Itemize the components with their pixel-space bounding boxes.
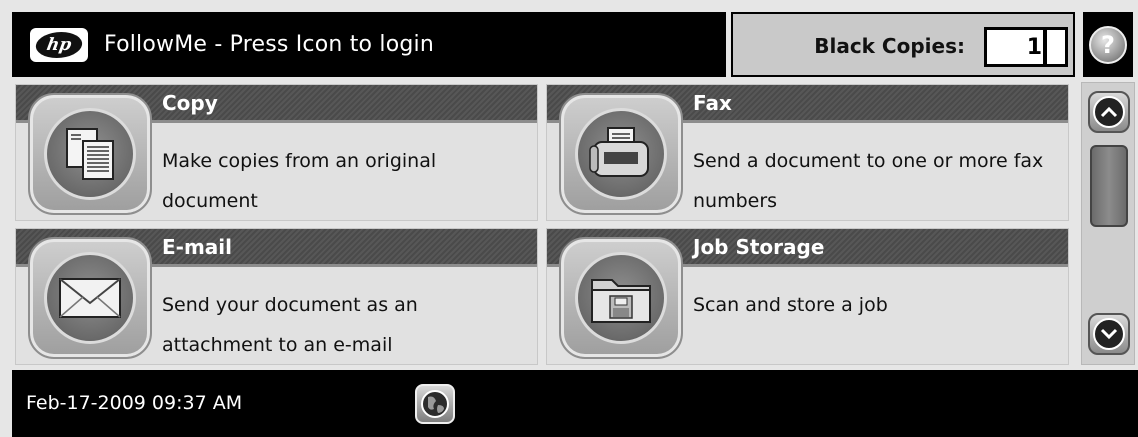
folder-icon-button[interactable] bbox=[559, 237, 683, 359]
email-icon bbox=[59, 278, 121, 318]
scroll-down-button[interactable] bbox=[1088, 313, 1130, 355]
help-icon[interactable]: ? bbox=[1089, 25, 1127, 64]
scroll-up-button[interactable] bbox=[1088, 91, 1130, 133]
chevron-down-icon bbox=[1093, 318, 1125, 350]
help-symbol: ? bbox=[1101, 30, 1115, 59]
tile-title: E-mail bbox=[162, 235, 233, 259]
fax-icon bbox=[589, 127, 649, 177]
language-button[interactable] bbox=[415, 384, 455, 424]
copies-panel: Black Copies: 1 bbox=[731, 12, 1075, 77]
copy-icon bbox=[66, 128, 114, 180]
tile-fax[interactable]: Fax Send a document to one or more fax n… bbox=[546, 84, 1069, 221]
header-title: FollowMe - Press Icon to login bbox=[104, 32, 434, 57]
tile-description: Make copies from an original document bbox=[162, 150, 437, 212]
tile-copy[interactable]: Copy Make copies from an original docume… bbox=[15, 84, 538, 221]
tile-job-storage[interactable]: Job Storage Scan and store a job bbox=[546, 228, 1069, 365]
status-bar: Feb-17-2009 09:37 AM bbox=[12, 370, 1138, 437]
tile-email[interactable]: E-mail Send your document as an attachme… bbox=[15, 228, 538, 365]
tile-title: Copy bbox=[162, 91, 218, 115]
tile-title: Job Storage bbox=[693, 235, 825, 259]
email-icon-button[interactable] bbox=[28, 237, 152, 359]
copies-label: Black Copies: bbox=[814, 34, 965, 58]
globe-icon bbox=[421, 390, 449, 418]
tile-description: Send a document to one or more fax numbe… bbox=[693, 150, 1044, 212]
copies-value: 1 bbox=[1015, 30, 1043, 64]
help-area: ? bbox=[1083, 12, 1133, 77]
scroll-thumb[interactable] bbox=[1090, 145, 1128, 227]
scrollbar[interactable] bbox=[1081, 82, 1135, 365]
tile-title: Fax bbox=[693, 91, 732, 115]
fax-icon-button[interactable] bbox=[559, 93, 683, 215]
header-bar: hp FollowMe - Press Icon to login bbox=[12, 12, 726, 77]
copy-icon-button[interactable] bbox=[28, 93, 152, 215]
chevron-up-icon bbox=[1093, 96, 1125, 128]
hp-logo-button[interactable]: hp bbox=[30, 27, 88, 62]
hp-logo-text: hp bbox=[33, 31, 85, 58]
tile-description: Scan and store a job bbox=[693, 294, 888, 316]
folder-icon bbox=[591, 279, 651, 323]
copies-input[interactable]: 1 bbox=[984, 27, 1068, 67]
tile-description: Send your document as an attachment to a… bbox=[162, 294, 418, 356]
date-time: Feb-17-2009 09:37 AM bbox=[26, 392, 243, 414]
